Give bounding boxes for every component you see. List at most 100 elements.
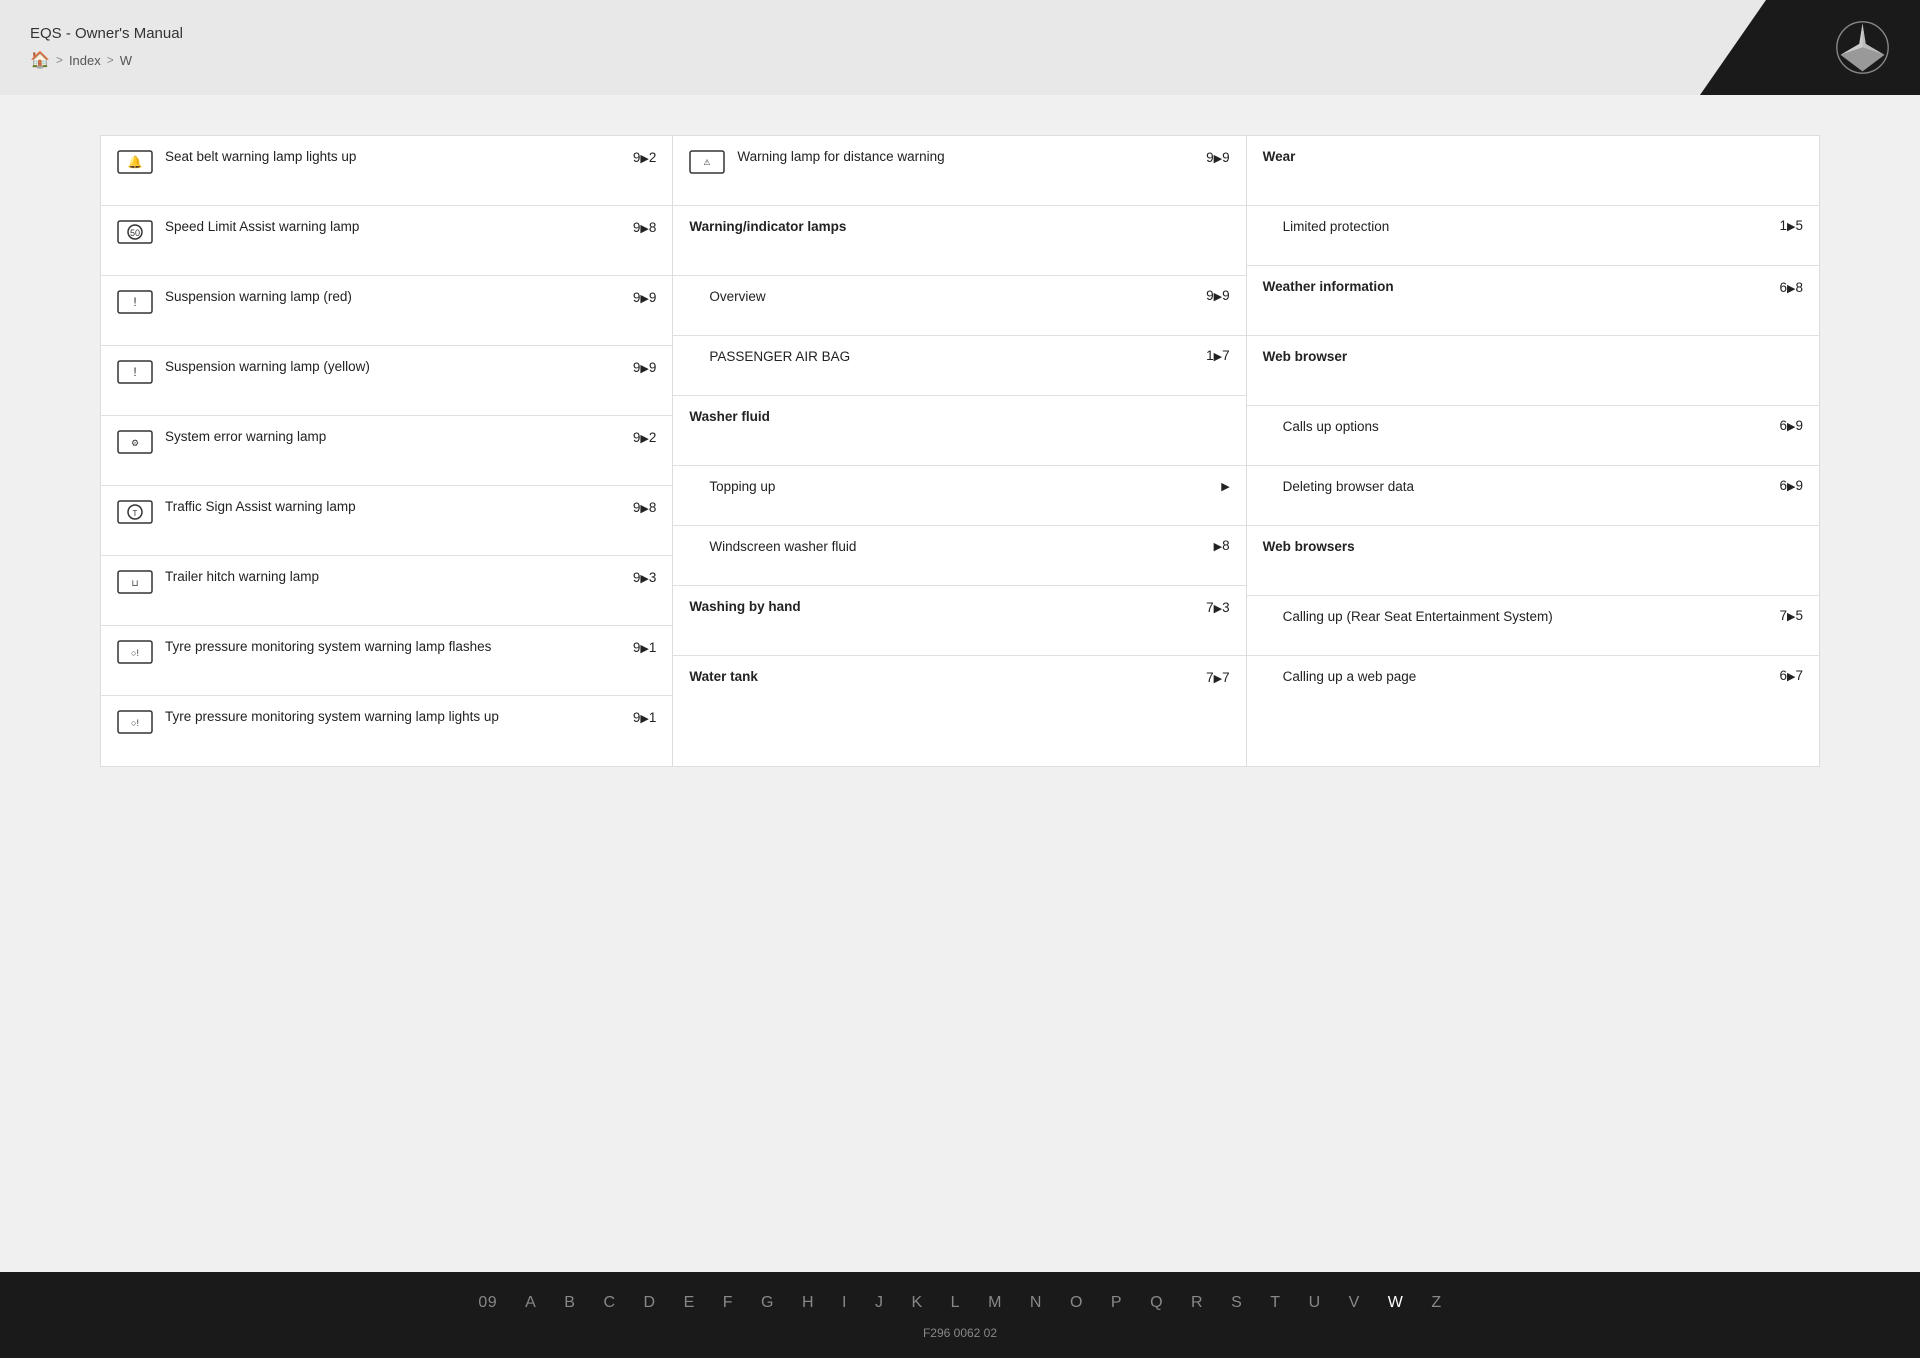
svg-text:⚙: ⚙ [131, 438, 139, 448]
list-item: Calling up (Rear Seat Entertainment Syst… [1247, 596, 1819, 656]
alpha-U[interactable]: U [1295, 1290, 1335, 1316]
alpha-E[interactable]: E [670, 1290, 709, 1316]
alpha-W[interactable]: W [1374, 1290, 1418, 1316]
entry-label: Windscreen washer fluid [709, 538, 1205, 557]
list-item: Web browser [1247, 336, 1819, 406]
breadcrumb-home[interactable]: 🏠 [30, 50, 50, 70]
alpha-J[interactable]: J [861, 1290, 898, 1316]
entry-label: Washer fluid [689, 408, 1229, 427]
alpha-I[interactable]: I [828, 1290, 861, 1316]
list-item: Weather information 6▶8 [1247, 266, 1819, 336]
alpha-A[interactable]: A [511, 1290, 550, 1316]
column-1: 🔔 Seat belt warning lamp lights up 9▶2 5… [100, 135, 673, 767]
alpha-H[interactable]: H [788, 1290, 828, 1316]
alpha-G[interactable]: G [747, 1290, 788, 1316]
list-item: ⊔ Trailer hitch warning lamp 9▶3 [101, 556, 672, 626]
entry-label: Trailer hitch warning lamp [165, 568, 625, 587]
suspension-yellow-icon: ! [117, 360, 155, 389]
column-2: ⚠ Warning lamp for distance warning 9▶9 … [673, 135, 1246, 767]
entry-label: Speed Limit Assist warning lamp [165, 218, 625, 237]
entry-page: 9▶9 [633, 360, 657, 375]
list-item: Warning/indicator lamps [673, 206, 1245, 276]
list-item: Web browsers [1247, 526, 1819, 596]
alpha-Z[interactable]: Z [1417, 1290, 1455, 1316]
entry-label: Deleting browser data [1283, 478, 1772, 497]
svg-text:T: T [133, 509, 138, 518]
alpha-V[interactable]: V [1335, 1290, 1374, 1316]
alpha-F[interactable]: F [709, 1290, 747, 1316]
svg-text:50: 50 [130, 228, 140, 238]
entry-label: Calling up a web page [1283, 668, 1772, 687]
svg-text:!: ! [133, 365, 136, 379]
header-left: EQS - Owner's Manual 🏠 > Index > W [0, 11, 213, 84]
alpha-L[interactable]: L [937, 1290, 974, 1316]
entry-page: 1▶5 [1779, 218, 1803, 233]
entry-label: Seat belt warning lamp lights up [165, 148, 625, 167]
entry-label: Suspension warning lamp (red) [165, 288, 625, 307]
list-item: Washing by hand 7▶3 [673, 586, 1245, 656]
entry-page: 7▶5 [1779, 608, 1803, 623]
column-3: Wear Limited protection 1▶5 Weather info… [1247, 135, 1820, 767]
breadcrumb-index[interactable]: Index [69, 53, 101, 68]
entry-page: 9▶2 [633, 150, 657, 165]
main-content: 🔔 Seat belt warning lamp lights up 9▶2 5… [0, 95, 1920, 1272]
entry-page: 7▶3 [1206, 600, 1230, 615]
alpha-09[interactable]: 09 [464, 1290, 511, 1316]
mercedes-logo [1835, 20, 1890, 75]
entry-label: Web browsers [1263, 538, 1803, 557]
alpha-B[interactable]: B [550, 1290, 589, 1316]
entry-label: Tyre pressure monitoring system warning … [165, 708, 625, 727]
system-error-icon: ⚙ [117, 430, 155, 459]
entry-page: 6▶7 [1779, 668, 1803, 683]
footer: 09 A B C D E F G H I J K L M N O P Q R S… [0, 1272, 1920, 1358]
alpha-C[interactable]: C [589, 1290, 629, 1316]
entry-page: 1▶7 [1206, 348, 1230, 363]
list-item: ⚙ System error warning lamp 9▶2 [101, 416, 672, 486]
suspension-red-icon: ! [117, 290, 155, 319]
seatbelt-icon: 🔔 [117, 150, 155, 179]
entry-label: Traffic Sign Assist warning lamp [165, 498, 625, 517]
list-item: Deleting browser data 6▶9 [1247, 466, 1819, 526]
alpha-S[interactable]: S [1217, 1290, 1256, 1316]
list-item: ! Suspension warning lamp (yellow) 9▶9 [101, 346, 672, 416]
entry-label: Water tank [689, 668, 1198, 687]
breadcrumb-current: W [120, 53, 132, 68]
list-item: Limited protection 1▶5 [1247, 206, 1819, 266]
entry-page: 9▶1 [633, 640, 657, 655]
alpha-P[interactable]: P [1097, 1290, 1136, 1316]
list-item: 50 Speed Limit Assist warning lamp 9▶8 [101, 206, 672, 276]
entry-page: 9▶9 [633, 290, 657, 305]
alpha-N[interactable]: N [1016, 1290, 1056, 1316]
entry-label: Weather information [1263, 278, 1772, 297]
entry-label: Web browser [1263, 348, 1803, 367]
alpha-D[interactable]: D [630, 1290, 670, 1316]
list-item: Water tank 7▶7 [673, 656, 1245, 726]
alphabet-bar[interactable]: 09 A B C D E F G H I J K L M N O P Q R S… [60, 1290, 1860, 1316]
entry-label: Wear [1263, 148, 1803, 167]
entry-label: Calling up (Rear Seat Entertainment Syst… [1283, 608, 1772, 627]
list-item: ⚠ Warning lamp for distance warning 9▶9 [673, 136, 1245, 206]
manual-title: EQS - Owner's Manual [30, 25, 183, 42]
alpha-O[interactable]: O [1056, 1290, 1097, 1316]
entry-page: 9▶3 [633, 570, 657, 585]
traffic-sign-icon: T [117, 500, 155, 529]
list-item: T Traffic Sign Assist warning lamp 9▶8 [101, 486, 672, 556]
entry-label: Limited protection [1283, 218, 1772, 237]
alpha-Q[interactable]: Q [1136, 1290, 1177, 1316]
alpha-R[interactable]: R [1177, 1290, 1217, 1316]
entry-label: Tyre pressure monitoring system warning … [165, 638, 625, 657]
svg-text:⚠: ⚠ [704, 158, 711, 167]
alpha-M[interactable]: M [974, 1290, 1016, 1316]
entry-page: 7▶7 [1206, 670, 1230, 685]
breadcrumb: 🏠 > Index > W [30, 50, 183, 70]
list-item: ○! Tyre pressure monitoring system warni… [101, 696, 672, 766]
speedlimit-icon: 50 [117, 220, 155, 249]
list-item: 🔔 Seat belt warning lamp lights up 9▶2 [101, 136, 672, 206]
entry-label: Warning/indicator lamps [689, 218, 1229, 237]
footer-code: F296 0062 02 [923, 1326, 997, 1340]
list-item: Topping up ▶ [673, 466, 1245, 526]
list-item: Overview 9▶9 [673, 276, 1245, 336]
entry-page: ▶ [1221, 478, 1229, 493]
alpha-T[interactable]: T [1256, 1290, 1294, 1316]
alpha-K[interactable]: K [898, 1290, 937, 1316]
